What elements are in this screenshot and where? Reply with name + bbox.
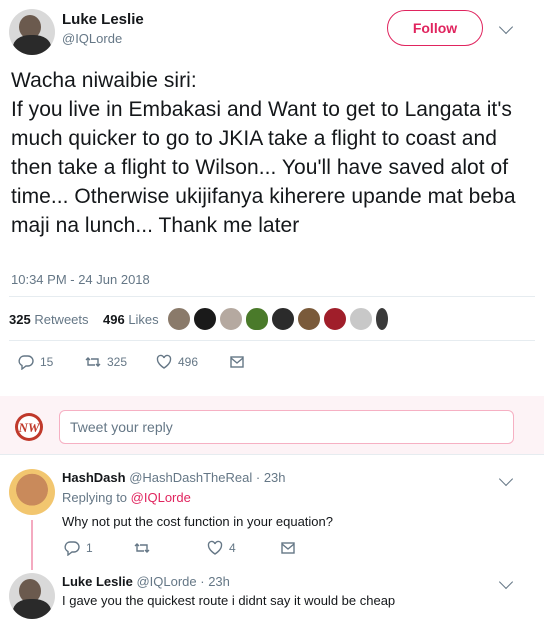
- message-action[interactable]: [229, 354, 245, 370]
- retweet-action[interactable]: 325: [85, 354, 127, 370]
- like-count: 496: [178, 355, 199, 369]
- liker-avatar[interactable]: [271, 307, 295, 331]
- nw-logo-icon: NW: [15, 413, 43, 441]
- liker-avatar[interactable]: [349, 307, 373, 331]
- reply-count: 15: [40, 355, 54, 369]
- reply-text: I gave you the quickest route i didnt sa…: [62, 593, 396, 608]
- follow-button[interactable]: Follow: [387, 10, 483, 46]
- reply-time[interactable]: 23h: [264, 470, 286, 485]
- liker-avatar[interactable]: [219, 307, 243, 331]
- like-icon: [156, 354, 172, 369]
- liker-avatar[interactable]: [193, 307, 217, 331]
- retweet-icon: [85, 357, 101, 367]
- like-count: 4: [229, 541, 236, 555]
- reply-icon: [64, 541, 80, 556]
- reply-author-name[interactable]: Luke Leslie: [62, 574, 133, 589]
- likes-count[interactable]: 496: [103, 312, 125, 327]
- reply-time[interactable]: 23h: [208, 574, 230, 589]
- replying-to-handle[interactable]: @IQLorde: [131, 490, 191, 505]
- retweets-count[interactable]: 325: [9, 312, 31, 327]
- author-handle[interactable]: @IQLorde: [62, 31, 122, 46]
- author-avatar[interactable]: [9, 9, 55, 55]
- reply-avatar[interactable]: [9, 573, 55, 619]
- divider: [9, 340, 535, 341]
- retweet-action[interactable]: [134, 540, 156, 556]
- reply-count: 1: [86, 541, 93, 555]
- retweet-icon: [134, 543, 150, 553]
- reply-author-handle[interactable]: @IQLorde: [136, 574, 196, 589]
- like-action[interactable]: 496: [156, 354, 198, 370]
- divider: [9, 296, 535, 297]
- liker-avatar[interactable]: [245, 307, 269, 331]
- divider: [0, 454, 544, 455]
- svg-text:NW: NW: [18, 420, 41, 435]
- reply-header: Luke Leslie @IQLorde · 23h: [62, 574, 230, 589]
- reply-author-handle[interactable]: @HashDashTheReal: [129, 470, 252, 485]
- reply-input[interactable]: Tweet your reply: [59, 410, 514, 444]
- reply-avatar[interactable]: [9, 469, 55, 515]
- tweet-text: Wacha niwaibie siri: If you live in Emba…: [11, 69, 516, 237]
- reply-header: HashDash @HashDashTheReal · 23h: [62, 470, 286, 485]
- liker-avatar[interactable]: [167, 307, 191, 331]
- chevron-down-icon[interactable]: [498, 574, 514, 590]
- chevron-down-icon[interactable]: [498, 19, 514, 35]
- retweets-label[interactable]: Retweets: [34, 312, 88, 327]
- chevron-down-icon[interactable]: [498, 471, 514, 487]
- message-action[interactable]: [280, 540, 296, 556]
- author-name[interactable]: Luke Leslie: [62, 11, 144, 28]
- like-action[interactable]: 4: [207, 540, 236, 556]
- tweet-timestamp[interactable]: 10:34 PM - 24 Jun 2018: [11, 272, 150, 287]
- liker-avatar[interactable]: [297, 307, 321, 331]
- likes-label[interactable]: Likes: [128, 312, 158, 327]
- retweet-count: 325: [107, 355, 128, 369]
- reply-action[interactable]: 1: [64, 540, 93, 556]
- reply-author-name[interactable]: HashDash: [62, 470, 126, 485]
- message-icon: [281, 542, 295, 554]
- reply-icon: [18, 355, 34, 370]
- like-icon: [207, 540, 223, 555]
- reply-action[interactable]: 15: [18, 354, 53, 370]
- reply-text: Why not put the cost function in your eq…: [62, 514, 334, 529]
- replying-to: Replying to @IQLorde: [62, 490, 191, 505]
- replying-to-label: Replying to: [62, 490, 128, 505]
- liker-avatar[interactable]: [323, 307, 347, 331]
- liker-avatar[interactable]: [375, 307, 389, 331]
- thread-line: [31, 520, 33, 570]
- tweet-stats: 325 Retweets 496 Likes: [9, 312, 159, 327]
- message-icon: [230, 356, 244, 368]
